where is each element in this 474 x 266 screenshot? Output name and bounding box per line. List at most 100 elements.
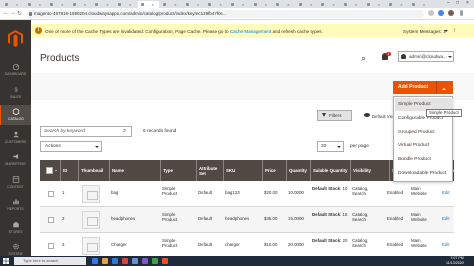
row-checkbox[interactable] <box>48 217 54 223</box>
product-thumbnail[interactable] <box>82 211 100 229</box>
maximize-icon[interactable]: □ <box>456 0 459 6</box>
chevron-down-icon[interactable] <box>444 30 448 34</box>
sidebar-item-customers[interactable]: CUSTOMERS <box>0 128 31 148</box>
close-tab-icon[interactable]: × <box>16 2 18 7</box>
browser-tab[interactable]: × <box>409 1 430 8</box>
cell-action-edit[interactable]: Edit <box>442 190 450 195</box>
browser-tab[interactable]: × <box>47 1 68 8</box>
sidebar-item-content[interactable]: CONTENT <box>0 173 31 193</box>
chevron-down-icon[interactable] <box>55 170 57 172</box>
close-tab-icon[interactable]: × <box>39 2 41 7</box>
close-tab-icon[interactable]: × <box>310 2 312 7</box>
menu-kebab-icon[interactable] <box>460 10 463 16</box>
close-tab-icon[interactable]: × <box>423 2 425 7</box>
chrome-icon[interactable] <box>122 258 128 264</box>
app-icon[interactable] <box>152 258 158 264</box>
add-product-button[interactable]: Add Product <box>393 81 436 94</box>
browser-tab[interactable]: × <box>115 1 136 8</box>
browser-tab[interactable]: × <box>92 1 113 8</box>
taskbar-search-input[interactable]: Type here to search <box>14 257 86 265</box>
extension-icon[interactable] <box>438 10 444 16</box>
column-header-id[interactable]: ID <box>60 160 78 181</box>
mass-actions-select[interactable]: Actions <box>40 141 102 152</box>
sidebar-item-reports[interactable]: REPORTS <box>0 195 31 215</box>
cell-action-edit[interactable]: Edit <box>442 216 450 221</box>
task-view-icon[interactable] <box>92 258 98 264</box>
close-window-icon[interactable]: × <box>466 0 469 6</box>
arrow-up-icon[interactable]: ↑ <box>453 28 456 34</box>
close-tab-icon[interactable]: × <box>61 2 63 7</box>
browser-tab[interactable]: × <box>2 1 23 8</box>
sidebar-item-dashboard[interactable]: DASHBOARD <box>0 60 31 80</box>
browser-tab[interactable]: × <box>341 1 362 8</box>
sidebar-item-catalog[interactable]: CATALOG <box>0 105 31 125</box>
close-tab-icon[interactable]: × <box>152 2 154 7</box>
browser-tab[interactable]: × <box>296 1 317 8</box>
windows-start-icon[interactable] <box>3 258 9 264</box>
browser-tab[interactable]: × <box>183 1 204 8</box>
app-icon[interactable] <box>132 258 138 264</box>
browser-tab[interactable]: × <box>160 1 181 8</box>
reload-icon[interactable]: ↻ <box>17 10 22 17</box>
cell-action-edit[interactable]: Edit <box>442 242 450 247</box>
browser-tab[interactable]: × <box>228 1 249 8</box>
product-thumbnail[interactable] <box>82 237 100 255</box>
browser-tab[interactable]: × <box>273 1 294 8</box>
browser-tab[interactable]: × <box>205 1 226 8</box>
browser-tab[interactable]: × <box>386 1 407 8</box>
profile-avatar[interactable] <box>448 10 454 16</box>
app-icon[interactable] <box>162 258 168 264</box>
back-icon[interactable]: ← <box>3 10 9 16</box>
chevron-down-icon[interactable] <box>448 56 452 60</box>
close-tab-icon[interactable]: × <box>332 2 334 7</box>
close-tab-icon[interactable]: × <box>84 2 86 7</box>
browser-tab[interactable]: × <box>70 1 91 8</box>
column-header-price[interactable]: Price <box>262 160 286 181</box>
system-messages[interactable]: System Messages: 1 <box>403 29 446 34</box>
column-header-type[interactable]: Type <box>160 160 196 181</box>
close-tab-icon[interactable]: × <box>219 2 221 7</box>
close-tab-icon[interactable]: × <box>287 2 289 7</box>
close-tab-icon[interactable]: × <box>378 2 380 7</box>
column-header-visibility[interactable]: Visibility <box>350 160 389 181</box>
url-field[interactable]: magento-497919-1590204.cloudwaysapps.com… <box>26 10 424 18</box>
close-tab-icon[interactable]: × <box>400 2 402 7</box>
menu-item-downloadable-product[interactable]: Downloadable Product <box>395 167 453 180</box>
edge-icon[interactable] <box>112 258 118 264</box>
row-checkbox[interactable] <box>48 243 54 249</box>
column-header-attribute-set[interactable]: Attribute Set <box>196 160 223 181</box>
minimize-icon[interactable]: – <box>447 0 450 6</box>
search-icon[interactable]: ⌕ <box>361 53 366 64</box>
cache-management-link[interactable]: Cache Management <box>230 29 271 34</box>
column-header-quantity[interactable]: Quantity <box>286 160 310 181</box>
browser-tab[interactable]: × <box>318 1 339 8</box>
close-tab-icon[interactable]: × <box>242 2 244 7</box>
close-tab-icon[interactable]: × <box>129 2 131 7</box>
file-explorer-icon[interactable] <box>102 258 108 264</box>
select-all-checkbox[interactable] <box>46 167 53 174</box>
column-header-thumbnail[interactable]: Thumbnail <box>78 160 109 181</box>
browser-tab[interactable]: × <box>137 1 159 8</box>
forward-icon[interactable]: → <box>10 10 16 16</box>
keyword-search-input[interactable]: Search by keyword <box>40 126 132 137</box>
browser-tab[interactable]: × <box>251 1 272 8</box>
column-header-name[interactable]: Name <box>109 160 160 181</box>
sidebar-item-marketing[interactable]: MARKETING <box>0 150 31 170</box>
close-tab-icon[interactable]: × <box>174 2 176 7</box>
menu-item-bundle-product[interactable]: Bundle Product <box>395 153 453 166</box>
sidebar-item-stores[interactable]: STORES <box>0 218 31 238</box>
browser-tab[interactable]: × <box>364 1 385 8</box>
column-header-sku[interactable]: SKU <box>223 160 262 181</box>
row-checkbox[interactable] <box>48 191 54 197</box>
close-tab-icon[interactable]: × <box>106 2 108 7</box>
close-tab-icon[interactable]: × <box>265 2 267 7</box>
sidebar-item-sales[interactable]: $ SALES <box>0 83 31 103</box>
close-tab-icon[interactable]: × <box>355 2 357 7</box>
app-icon[interactable] <box>142 258 148 264</box>
product-thumbnail[interactable] <box>82 185 100 203</box>
magento-logo-icon[interactable] <box>8 30 23 47</box>
star-icon[interactable] <box>428 10 434 16</box>
search-icon[interactable]: ⌕ <box>123 128 126 135</box>
browser-tab[interactable]: × <box>25 1 46 8</box>
account-name[interactable]: admin@cloudwa... <box>409 54 447 59</box>
